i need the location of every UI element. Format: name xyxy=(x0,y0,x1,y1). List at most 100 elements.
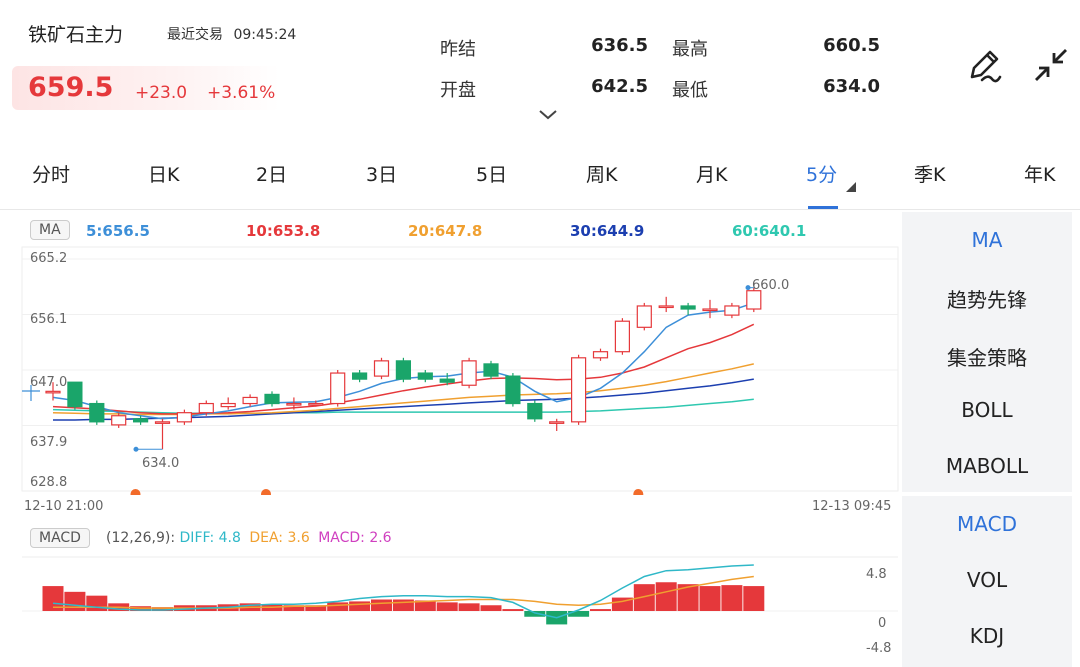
last-trade-time: 09:45:24 xyxy=(233,27,297,43)
prev-settle-label: 昨结 xyxy=(440,39,476,60)
candle-up xyxy=(111,415,127,426)
tab-day-k[interactable]: 日K xyxy=(148,160,179,187)
ma20-value: 20:647.8 xyxy=(408,222,483,240)
candle-down xyxy=(680,305,696,310)
y-label-3: 647.0 xyxy=(30,375,68,390)
macd-bar-up xyxy=(655,582,677,611)
y-label-2: 656.1 xyxy=(30,312,68,327)
macd-dea: DEA: 3.6 xyxy=(249,530,310,546)
sub-indicator-panel: MACD VOL KDJ xyxy=(902,496,1072,667)
macd-legend: (12,26,9): DIFF: 4.8 DEA: 3.6 MACD: 2.6 xyxy=(106,530,392,546)
candle-up xyxy=(724,305,740,316)
open-value: 642.5 xyxy=(591,76,648,97)
draw-icon[interactable] xyxy=(964,44,1006,86)
tab-5-day[interactable]: 5日 xyxy=(476,160,507,187)
quote-header: 铁矿石主力 最近交易 09:45:24 659.5 +23.0 +3.61% 昨… xyxy=(0,0,1080,140)
last-price: 659.5 xyxy=(28,72,114,103)
candle-up xyxy=(176,412,192,423)
y-label-1: 665.2 xyxy=(30,251,68,266)
candle-up xyxy=(286,402,302,406)
indicator-boll[interactable]: BOLL xyxy=(902,398,1072,422)
low-mark-dot xyxy=(133,446,139,452)
x-label-end: 12-13 09:45 xyxy=(812,499,892,514)
ma5-value: 5:656.5 xyxy=(86,222,150,240)
macd-label-top: 4.8 xyxy=(866,567,887,582)
macd-label-zero: 0 xyxy=(878,616,887,631)
high-mark-dot xyxy=(745,285,751,291)
divider xyxy=(0,209,1080,210)
tab-fenshi[interactable]: 分时 xyxy=(32,160,70,187)
prev-settle-value: 636.5 xyxy=(591,35,648,56)
candle-down xyxy=(133,418,149,423)
candle-up xyxy=(746,290,762,310)
low-value: 634.0 xyxy=(823,76,880,97)
tab-5-min[interactable]: 5分 xyxy=(806,160,837,187)
open-label: 开盘 xyxy=(440,80,476,101)
candle-up xyxy=(154,421,171,424)
candle-down xyxy=(352,372,368,380)
tab-season-k[interactable]: 季K xyxy=(914,160,945,187)
candle-up xyxy=(461,360,477,386)
macd-bar-up xyxy=(436,602,458,611)
indicator-macd[interactable]: MACD xyxy=(902,512,1072,536)
macd-bar-up xyxy=(349,601,371,611)
ma-tag[interactable]: MA xyxy=(30,220,70,240)
candle-down xyxy=(67,381,83,408)
macd-bar-up xyxy=(743,586,765,611)
macd-bar-up xyxy=(480,605,502,611)
y-label-4: 637.9 xyxy=(30,435,68,450)
main-indicator-panel: MA 趋势先锋 集金策略 BOLL MABOLL xyxy=(902,212,1072,492)
macd-bar-up xyxy=(699,586,721,611)
candle-down xyxy=(417,372,433,380)
candle-up xyxy=(308,402,324,406)
tab-3-day[interactable]: 3日 xyxy=(366,160,397,187)
indicator-trend[interactable]: 趋势先锋 xyxy=(902,284,1072,313)
price-change-pct: +3.61% xyxy=(207,83,276,103)
candle-down xyxy=(89,402,105,423)
candle-up xyxy=(614,320,631,353)
indicator-vol[interactable]: VOL xyxy=(902,568,1072,592)
event-marker xyxy=(261,489,271,495)
high-price-mark: 660.0 xyxy=(752,278,790,293)
tab-month-k[interactable]: 月K xyxy=(696,160,727,187)
chevron-down-icon[interactable] xyxy=(538,108,558,122)
high-value: 660.5 xyxy=(823,35,880,56)
candle-up xyxy=(592,351,609,359)
candle-up xyxy=(220,402,236,408)
candle-up xyxy=(570,357,587,423)
indicator-ma[interactable]: MA xyxy=(902,228,1072,252)
candle-up xyxy=(702,308,718,312)
candle-up xyxy=(373,360,390,377)
y-label-5: 628.8 xyxy=(30,475,68,490)
macd-bar-up xyxy=(371,599,392,611)
x-label-start: 12-10 21:00 xyxy=(24,499,104,514)
macd-tag[interactable]: MACD xyxy=(30,528,90,548)
high-label: 最高 xyxy=(672,39,708,60)
macd-bar-up xyxy=(502,609,524,611)
macd-bar-up xyxy=(590,609,611,611)
indicator-maboll[interactable]: MABOLL xyxy=(902,454,1072,478)
last-trade: 最近交易 09:45:24 xyxy=(167,24,296,44)
ma10-value: 10:653.8 xyxy=(246,222,321,240)
candle-down xyxy=(527,402,543,420)
event-marker xyxy=(633,489,644,495)
candle-up xyxy=(636,305,652,328)
low-price-mark: 634.0 xyxy=(142,456,180,471)
macd-bar-up xyxy=(86,595,108,611)
dropdown-triangle-icon[interactable] xyxy=(846,182,856,192)
low-label: 最低 xyxy=(672,80,708,101)
indicator-kdj[interactable]: KDJ xyxy=(902,624,1072,648)
indicator-jijin[interactable]: 集金策略 xyxy=(902,342,1072,371)
macd-bar-up xyxy=(721,585,743,611)
tab-year-k[interactable]: 年K xyxy=(1024,160,1055,187)
macd-chart[interactable] xyxy=(0,555,900,667)
candle-up xyxy=(242,396,258,405)
price-change: +23.0 xyxy=(135,83,188,103)
collapse-icon[interactable] xyxy=(1030,44,1072,86)
macd-value: MACD: 2.6 xyxy=(318,530,392,546)
tab-week-k[interactable]: 周K xyxy=(586,160,617,187)
macd-params: (12,26,9): xyxy=(106,530,176,546)
tab-2-day[interactable]: 2日 xyxy=(256,160,287,187)
last-trade-label: 最近交易 xyxy=(167,27,223,43)
macd-bar-up xyxy=(64,591,86,611)
